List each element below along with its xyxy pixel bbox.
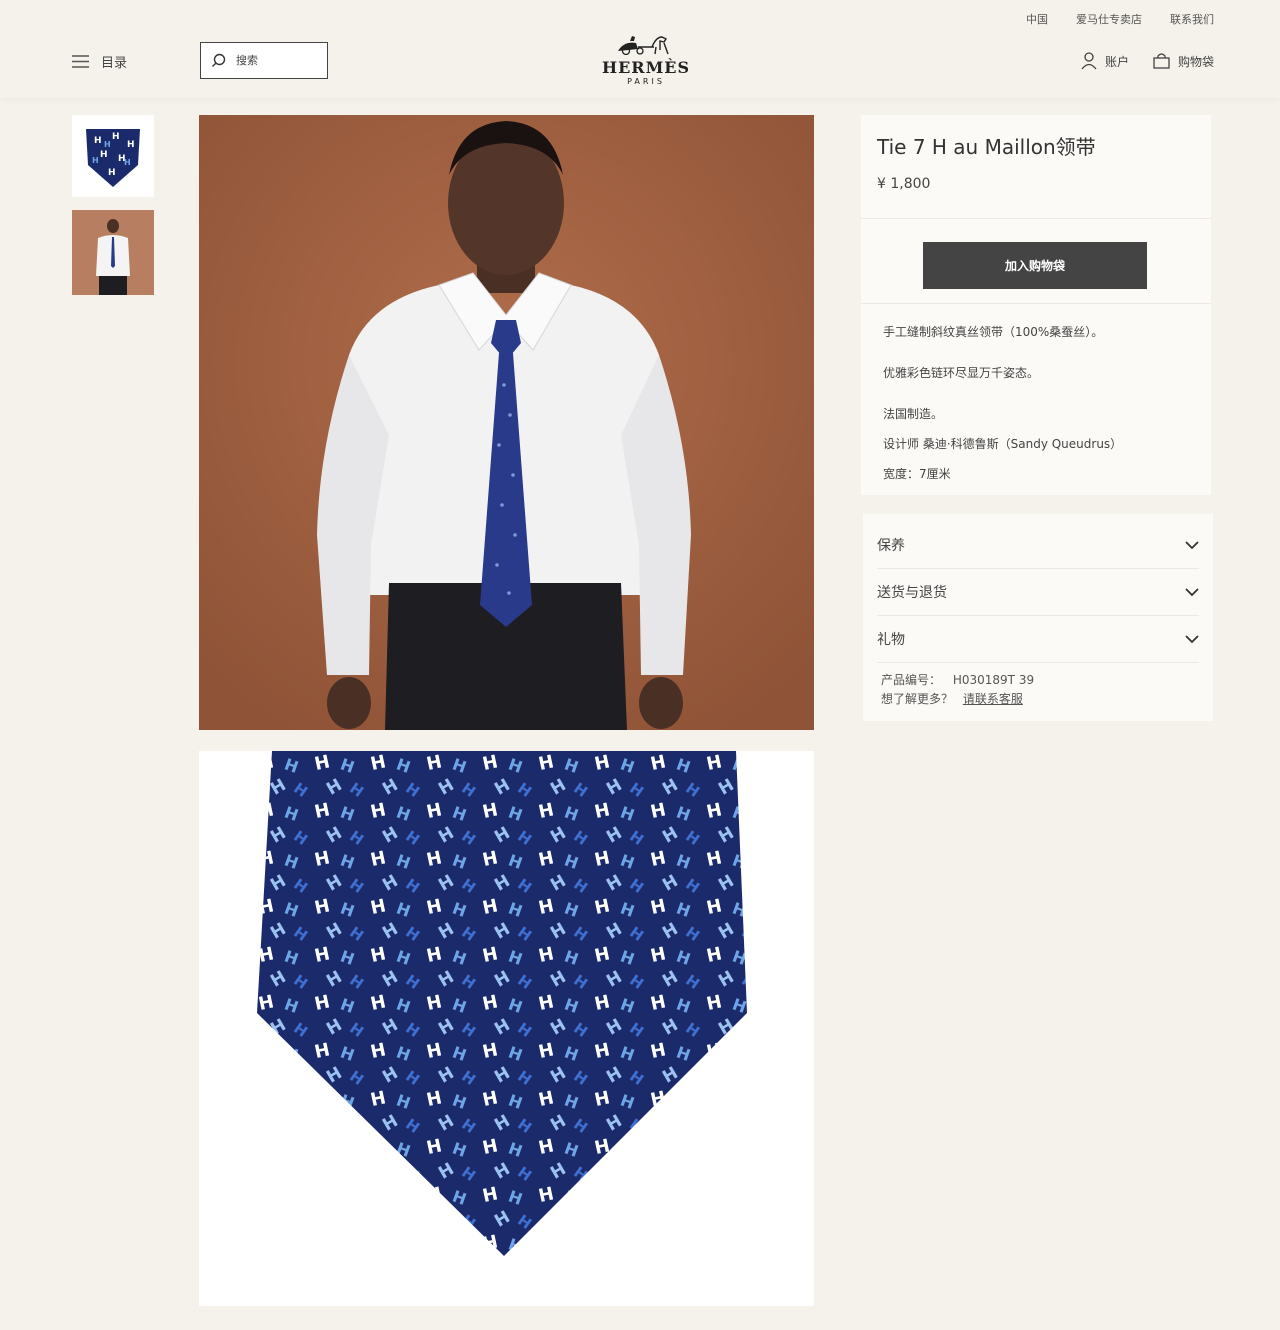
bag-icon	[1153, 53, 1170, 69]
sku-label: 产品编号：	[881, 673, 942, 687]
svg-text:H: H	[108, 168, 116, 178]
carriage-logo-icon	[618, 36, 669, 56]
top-link-contact[interactable]: 联系我们	[1170, 11, 1214, 27]
chevron-down-icon	[1185, 634, 1199, 643]
svg-text:H: H	[124, 158, 131, 167]
svg-text:H: H	[104, 140, 111, 149]
right-nav: 账户 购物袋	[1081, 52, 1214, 70]
sku-row: 产品编号： H030189T 39	[881, 671, 1034, 688]
description-line: 优雅彩色链环尽显万千姿态。	[883, 366, 1040, 380]
chevron-down-icon	[1185, 587, 1199, 596]
details-accordion-panel: 保养 送货与退货 礼物 产品编号： H030189T 39 想了解更多？ 请联系…	[863, 514, 1213, 721]
sku-value: H030189T 39	[952, 673, 1035, 687]
top-links: 中国 爱马仕专卖店 联系我们	[1026, 11, 1214, 27]
chevron-down-icon	[1185, 540, 1199, 549]
description-line: 宽度：7厘米	[883, 467, 951, 481]
logo-brand-text: HERMÈS	[601, 58, 691, 77]
product-price: ¥ 1,800	[877, 176, 931, 192]
thumbnail-model[interactable]	[72, 210, 154, 295]
top-link-region[interactable]: 中国	[1026, 11, 1048, 27]
menu-button[interactable]: 目录	[72, 52, 127, 71]
account-link[interactable]: 账户	[1081, 52, 1129, 70]
description-line: 法国制造。	[883, 407, 944, 421]
accordion-delivery-returns[interactable]: 送货与退货	[877, 569, 1199, 616]
accordion-label: 礼物	[877, 632, 905, 648]
more-info-text: 想了解更多？	[881, 692, 954, 706]
svg-text:H: H	[100, 150, 108, 160]
add-to-bag-button[interactable]: 加入购物袋	[923, 242, 1147, 289]
product-title: Tie 7 H au Maillon领带	[877, 135, 1096, 159]
hamburger-icon	[72, 55, 89, 68]
account-label: 账户	[1104, 54, 1129, 69]
model-photo	[199, 115, 814, 730]
thumbnail-tie[interactable]: HHH HHH HHH	[72, 115, 154, 197]
search-icon	[212, 53, 226, 67]
description-line: 手工缝制斜纹真丝领带（100%桑蚕丝）。	[883, 325, 1104, 339]
svg-text:H: H	[112, 132, 120, 142]
svg-text:H: H	[92, 156, 99, 165]
tie-detail-photo: H H H H	[199, 751, 814, 1306]
site-header: 中国 爱马仕专卖店 联系我们 目录 HERMÈS PARIS 账户 购物袋	[0, 0, 1280, 98]
top-link-stores[interactable]: 爱马仕专卖店	[1076, 11, 1142, 27]
logo-city-text: PARIS	[627, 77, 665, 86]
bag-label: 购物袋	[1177, 54, 1214, 69]
user-icon	[1081, 52, 1097, 70]
accordion-gift[interactable]: 礼物	[877, 616, 1199, 663]
svg-text:H: H	[127, 140, 135, 150]
contact-row: 想了解更多？ 请联系客服	[881, 690, 1023, 707]
model-thumbnail-image	[72, 210, 154, 295]
search-input[interactable]	[234, 53, 318, 68]
accordion-care[interactable]: 保养	[877, 522, 1199, 569]
svg-text:H: H	[94, 136, 102, 146]
product-image-tie-detail: H H H H	[199, 751, 814, 1306]
description-line: 设计师 桑迪·科德鲁斯（Sandy Queudrus）	[883, 437, 1123, 451]
accordion-label: 送货与退货	[877, 585, 947, 601]
product-image-model	[199, 115, 814, 730]
product-info-panel: Tie 7 H au Maillon领带 ¥ 1,800 加入购物袋 手工缝制斜…	[861, 115, 1211, 495]
menu-label: 目录	[101, 56, 128, 71]
hermes-logo[interactable]: HERMÈS PARIS	[596, 33, 696, 86]
search-box[interactable]	[200, 42, 328, 79]
shopping-bag-link[interactable]: 购物袋	[1153, 53, 1214, 70]
contact-service-link[interactable]: 请联系客服	[963, 692, 1023, 706]
divider	[861, 218, 1211, 219]
tie-thumbnail-image: H HH H HH HHH	[86, 129, 140, 187]
accordion-label: 保养	[877, 538, 905, 554]
divider	[861, 303, 1211, 304]
